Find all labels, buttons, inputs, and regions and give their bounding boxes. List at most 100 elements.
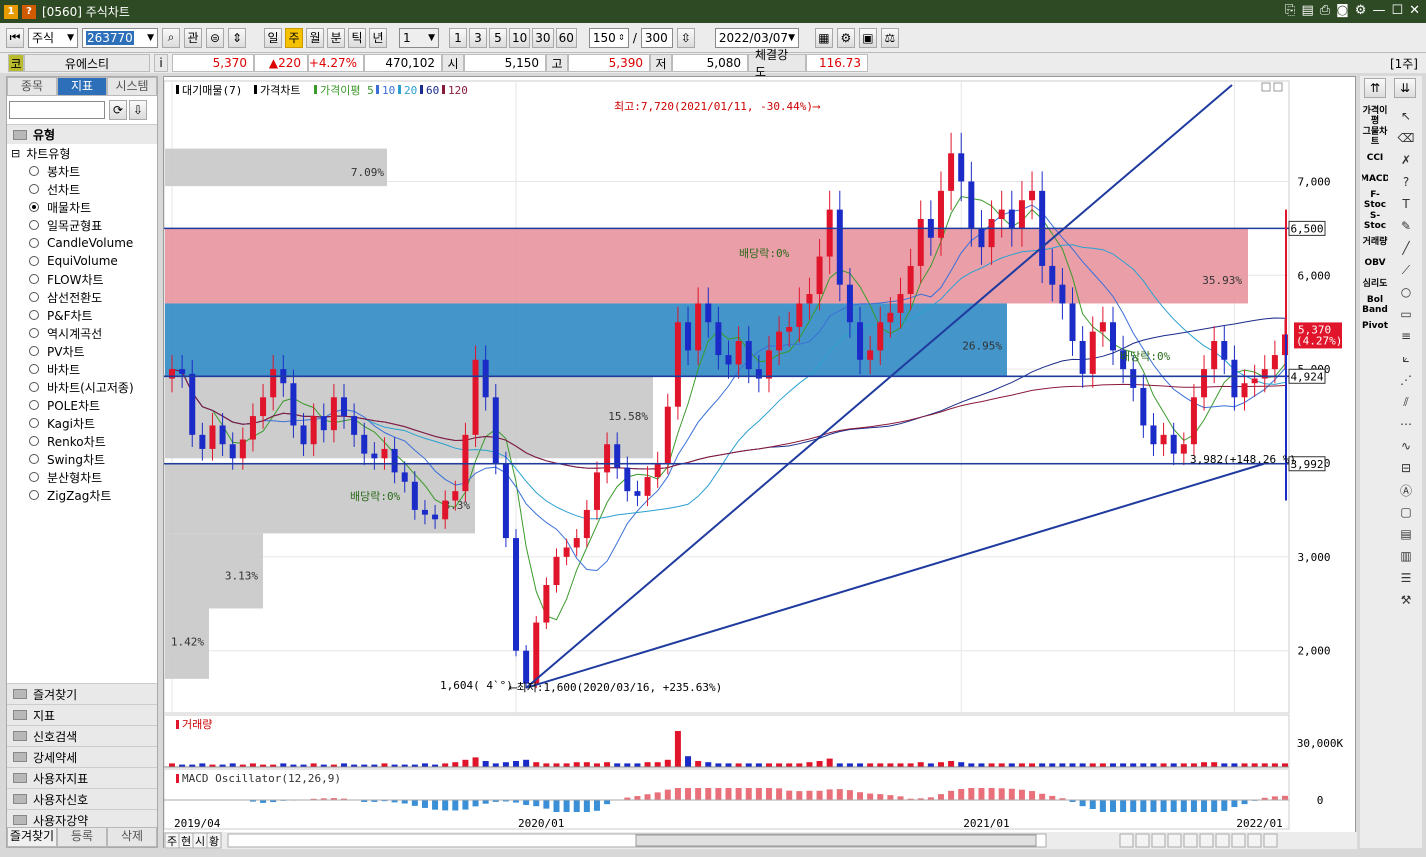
sidebar-tab-0[interactable]: 종목 (7, 77, 57, 96)
chart-type-item-5[interactable]: EquiVolume (7, 252, 157, 270)
chart-type-item-8[interactable]: P&F차트 (7, 306, 157, 324)
chart-type-item-12[interactable]: 바차트(시고저종) (7, 378, 157, 396)
window-icon[interactable]: ▢ (1393, 501, 1419, 523)
memo-icon[interactable]: ▤ (1301, 3, 1313, 18)
chart-close-icon[interactable] (1273, 82, 1283, 92)
download-icon[interactable]: ⇩ (129, 100, 147, 120)
indicator-tool-8[interactable]: 심리도 (1362, 273, 1388, 294)
chart-max-icon[interactable] (1261, 82, 1271, 92)
sidebar-tab-1[interactable]: 지표 (57, 77, 107, 96)
chart-type-item-11[interactable]: 바차트 (7, 360, 157, 378)
settings-circle-icon[interactable]: ⊜ (206, 27, 224, 48)
chart-type-item-9[interactable]: 역시계곡선 (7, 324, 157, 342)
indicator-tool-4[interactable]: F-Stoc (1362, 189, 1388, 210)
scroll-up-icon[interactable]: ⇈ (1364, 78, 1386, 98)
section-type[interactable]: 유형 (7, 124, 157, 144)
date-picker[interactable]: 2022/03/07 ▼ (714, 27, 799, 48)
chart-tools-icon[interactable]: ▦ (814, 27, 833, 48)
sidebar-section-0[interactable]: 즐겨찾기 (7, 683, 157, 704)
count-input[interactable]: 150 ⇕ (588, 27, 629, 48)
stock-name[interactable]: 유에스티 (24, 54, 150, 72)
sidebar-bottom-tab-0[interactable]: 즐겨찾기 (7, 827, 57, 847)
updown-icon[interactable]: ⇕ (228, 27, 246, 48)
period-button-1[interactable]: 주 (285, 27, 303, 48)
pattern-tool-icon[interactable]: ⋯ (1393, 413, 1419, 435)
save-icon[interactable] (1199, 833, 1214, 848)
quick-count-button-1[interactable]: 3 (469, 27, 487, 48)
stats-icon[interactable]: ▥ (1393, 545, 1419, 567)
chart-type-item-3[interactable]: 일목균형표 (7, 216, 157, 234)
code-input[interactable]: 263770 ▼ (82, 27, 158, 48)
lock-icon[interactable] (1247, 833, 1262, 848)
indicator-tool-3[interactable]: MACD (1362, 168, 1388, 189)
indicator-tool-9[interactable]: Bol Band (1362, 294, 1388, 315)
question-icon[interactable]: ? (1393, 171, 1419, 193)
auto-icon[interactable]: Ⓐ (1393, 479, 1419, 501)
cursor-icon[interactable]: ↖ (1393, 105, 1419, 127)
chart-type-item-0[interactable]: 봉차트 (7, 162, 157, 180)
stock-chart[interactable]: 7,0006,0005,0004,0003,0002,0007.09%35.93… (163, 77, 1357, 849)
period-button-0[interactable]: 일 (264, 27, 282, 48)
settings-icon[interactable] (1231, 833, 1246, 848)
indicator-tool-2[interactable]: CCI (1362, 147, 1388, 168)
scroll-down-icon[interactable]: ⇊ (1394, 78, 1416, 98)
chart-type-item-18[interactable]: ZigZag차트 (7, 486, 157, 504)
sidebar-bottom-tab-1[interactable]: 등록 (57, 827, 107, 847)
chart-type-item-1[interactable]: 선차트 (7, 180, 157, 198)
chart-type-item-10[interactable]: PV차트 (7, 342, 157, 360)
period-button-2[interactable]: 월 (306, 27, 324, 48)
print-icon[interactable]: ⎙ (1320, 3, 1330, 18)
list-icon[interactable]: ☰ (1393, 567, 1419, 589)
period-button-5[interactable]: 년 (369, 27, 387, 48)
period-button-3[interactable]: 분 (327, 27, 345, 48)
search-icon[interactable]: ⌕ (162, 27, 180, 48)
gann-tool-icon[interactable]: ⟀ (1393, 347, 1419, 369)
left-icon[interactable] (1151, 833, 1166, 848)
quick-count-button-5[interactable]: 60 (555, 27, 577, 48)
indicator-tool-7[interactable]: OBV (1362, 252, 1388, 273)
chart-type-item-2[interactable]: 매물차트 (7, 198, 157, 216)
indicator-tool-0[interactable]: 가격이평 (1362, 105, 1388, 126)
sidebar-tab-2[interactable]: 시스템 (107, 77, 157, 96)
indicator-tool-10[interactable]: Pivot (1362, 315, 1388, 336)
indicator-tool-5[interactable]: S-Stoc (1362, 210, 1388, 231)
refresh-icon[interactable]: ⟳ (109, 100, 127, 120)
maximize-icon[interactable]: ☐ (1391, 3, 1403, 18)
period-button-4[interactable]: 틱 (348, 27, 366, 48)
minimize-icon[interactable]: — (1372, 3, 1385, 18)
link-icon[interactable]: ⎘ (1285, 3, 1295, 18)
tree-root[interactable]: ⊟ 차트유형 (7, 144, 157, 162)
zoom-out-icon[interactable] (1135, 833, 1150, 848)
doc-icon[interactable]: ▤ (1393, 523, 1419, 545)
right-icon[interactable] (1183, 833, 1198, 848)
chart-type-item-7[interactable]: 삼선전환도 (7, 288, 157, 306)
chart-type-item-16[interactable]: Swing차트 (7, 450, 157, 468)
prev-stock-icon[interactable]: ⏮ (6, 27, 24, 48)
info-icon[interactable]: i (154, 54, 168, 72)
interval-combo[interactable]: 1 ▼ (399, 27, 439, 48)
chart-area[interactable]: 7,0006,0005,0004,0003,0002,0007.09%35.93… (163, 76, 1357, 849)
fan-tool-icon[interactable]: ⋰ (1393, 369, 1419, 391)
camera-icon[interactable]: ◙ (1336, 3, 1349, 18)
scroll-icon[interactable]: ⇳ (676, 27, 695, 48)
line-tool-icon[interactable]: ╱ (1393, 237, 1419, 259)
quick-count-button-4[interactable]: 30 (532, 27, 554, 48)
chart-type-item-6[interactable]: FLOW차트 (7, 270, 157, 288)
quick-count-button-3[interactable]: 10 (509, 27, 531, 48)
sidebar-section-3[interactable]: 강세약세 (7, 746, 157, 767)
chart-type-item-17[interactable]: 분산형차트 (7, 468, 157, 486)
close-icon[interactable]: ✕ (1409, 3, 1420, 18)
circle-tool-icon[interactable]: ○ (1393, 281, 1419, 303)
save-icon[interactable]: ▣ (858, 27, 877, 48)
chart-type-item-15[interactable]: Renko차트 (7, 432, 157, 450)
arrow-tool-icon[interactable]: ⟋ (1393, 259, 1419, 281)
chart-type-item-14[interactable]: Kagi차트 (7, 414, 157, 432)
market-select[interactable]: 주식 ▼ (28, 27, 78, 48)
channel-tool-icon[interactable]: ⫽ (1393, 391, 1419, 413)
wave-tool-icon[interactable]: ∿ (1393, 435, 1419, 457)
chart-type-item-13[interactable]: POLE차트 (7, 396, 157, 414)
sidebar-bottom-tab-2[interactable]: 삭제 (107, 827, 157, 847)
refresh-icon[interactable] (1215, 833, 1230, 848)
sidebar-section-1[interactable]: 지표 (7, 704, 157, 725)
gear-icon[interactable]: ⚙ (1355, 3, 1367, 18)
